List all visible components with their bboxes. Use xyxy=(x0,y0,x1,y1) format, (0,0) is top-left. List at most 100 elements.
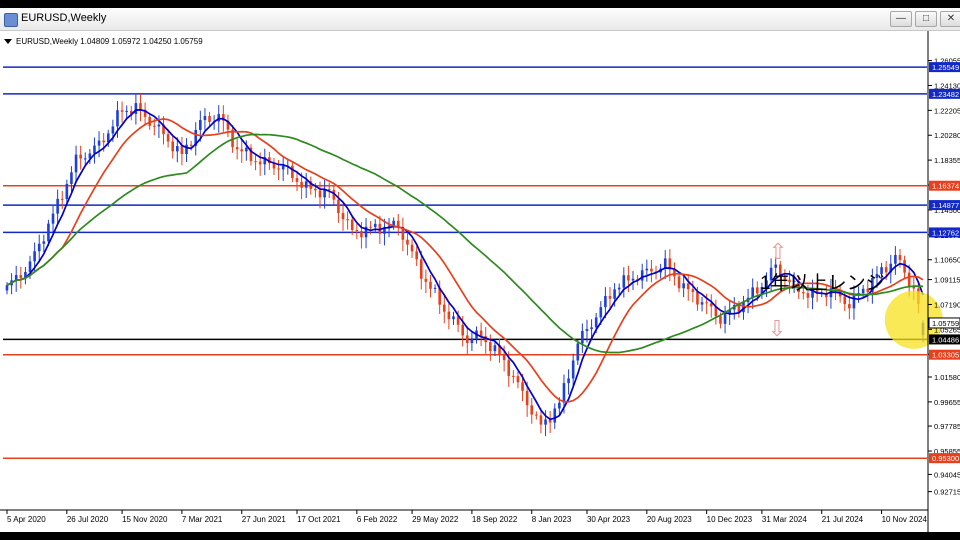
candle-body xyxy=(512,375,515,377)
candle-body xyxy=(613,289,616,299)
level-price-label: 1.04486 xyxy=(932,335,959,344)
candle-body xyxy=(558,402,561,409)
time-tick-label: 7 Mar 2021 xyxy=(182,515,223,524)
candle-body xyxy=(461,324,464,336)
candle-body xyxy=(493,345,497,352)
price-tick-label: 1.18355 xyxy=(934,156,960,165)
candle-body xyxy=(433,287,437,289)
candle-body xyxy=(37,243,41,252)
candle-body xyxy=(594,317,598,328)
current-price-label: 1.05759 xyxy=(932,319,959,328)
level-price-label: 1.14877 xyxy=(932,201,959,210)
candle-body xyxy=(373,223,377,228)
candle-body xyxy=(622,275,626,288)
candle-body xyxy=(530,405,534,415)
time-tick-label: 21 Jul 2024 xyxy=(822,515,864,524)
candle-body xyxy=(907,272,911,287)
minimize-button[interactable]: — xyxy=(890,11,912,27)
candle-body xyxy=(581,330,584,344)
candle-body xyxy=(258,161,262,165)
candle-body xyxy=(19,275,23,279)
time-tick-label: 30 Apr 2023 xyxy=(587,515,631,524)
time-tick-label: 6 Feb 2022 xyxy=(357,515,398,524)
price-tick-label: 1.09115 xyxy=(934,276,960,285)
arrow-down-icon: ⇩ xyxy=(768,316,786,341)
candle-body xyxy=(51,213,55,224)
candle-body xyxy=(152,125,156,127)
candle-body xyxy=(74,154,78,173)
candle-body xyxy=(755,287,759,294)
time-tick-label: 8 Jan 2023 xyxy=(532,515,572,524)
time-tick-label: 27 Jun 2021 xyxy=(242,515,287,524)
candle-body xyxy=(314,188,317,191)
time-tick-label: 15 Nov 2020 xyxy=(122,515,168,524)
candle-body xyxy=(884,267,888,273)
candle-body xyxy=(719,316,722,324)
candle-body xyxy=(415,251,418,260)
candle-body xyxy=(539,415,543,425)
candle-body xyxy=(489,342,492,352)
chart-header: EURUSD,Weekly 1.04809 1.05972 1.04250 1.… xyxy=(16,37,203,46)
candle-body xyxy=(102,140,105,143)
candle-body xyxy=(65,183,69,200)
price-tick-label: 1.20280 xyxy=(934,131,960,140)
candle-body xyxy=(898,255,902,261)
candle-body xyxy=(208,116,211,122)
candle-body xyxy=(590,327,593,330)
candle-body xyxy=(848,304,851,309)
candle-body xyxy=(631,278,635,281)
candle-body xyxy=(341,213,345,220)
level-price-label: 1.23482 xyxy=(932,90,959,99)
candle-body xyxy=(576,343,580,361)
candle-body xyxy=(894,255,897,264)
candle-body xyxy=(599,307,603,318)
candle-body xyxy=(70,172,73,184)
candle-body xyxy=(111,126,115,134)
candle-body xyxy=(235,147,239,150)
candle-body xyxy=(281,165,285,170)
window-titlebar: EURUSD,Weekly — □ ✕ xyxy=(0,8,960,31)
candle-body xyxy=(337,199,340,214)
candle-body xyxy=(369,226,372,228)
candle-body xyxy=(203,116,207,121)
candle-body xyxy=(852,294,856,309)
candle-body xyxy=(166,134,170,142)
candle-body xyxy=(466,335,469,344)
candle-body xyxy=(83,158,87,160)
candle-body xyxy=(176,146,179,152)
candle-body xyxy=(470,338,474,344)
chart-area[interactable]: EURUSD,Weekly 1.04809 1.05972 1.04250 1.… xyxy=(0,31,960,532)
candle-body xyxy=(28,261,32,272)
candle-body xyxy=(346,219,349,221)
candle-body xyxy=(553,408,557,423)
price-tick-label: 1.22205 xyxy=(934,106,960,115)
time-tick-label: 18 Sep 2022 xyxy=(472,515,518,524)
candle-body xyxy=(645,268,649,271)
candle-body xyxy=(516,376,520,383)
price-tick-label: 1.01580 xyxy=(934,373,960,382)
time-tick-label: 26 Jul 2020 xyxy=(67,515,109,524)
candle-body xyxy=(691,289,695,292)
candle-body xyxy=(171,141,175,152)
candle-body xyxy=(116,110,119,127)
candle-body xyxy=(60,198,64,200)
candle-body xyxy=(355,230,359,232)
candle-body xyxy=(120,110,124,112)
candle-body xyxy=(254,161,257,163)
time-tick-label: 5 Apr 2020 xyxy=(7,515,46,524)
candle-body xyxy=(447,311,451,320)
close-button[interactable]: ✕ xyxy=(940,11,960,27)
candle-body xyxy=(360,231,363,238)
maximize-button[interactable]: □ xyxy=(915,11,937,27)
candle-body xyxy=(562,383,566,403)
candle-body xyxy=(723,313,727,324)
candle-body xyxy=(277,168,280,170)
chart-window-icon xyxy=(4,13,18,27)
arrow-up-icon: ⇧ xyxy=(769,239,787,264)
candle-body xyxy=(640,270,644,281)
candlestick-chart[interactable]: EURUSD,Weekly 1.04809 1.05972 1.04250 1.… xyxy=(0,31,960,532)
window-title: EURUSD,Weekly xyxy=(21,12,107,24)
candle-body xyxy=(410,244,414,252)
candle-body xyxy=(33,251,36,262)
candle-body xyxy=(677,276,681,289)
